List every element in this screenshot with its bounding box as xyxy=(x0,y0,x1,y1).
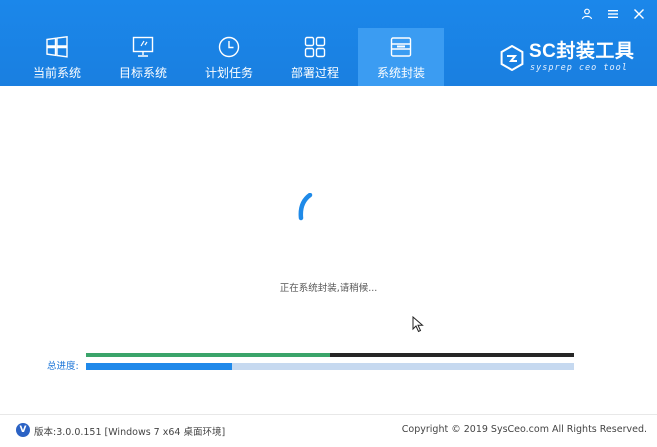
tab-label: 系统封装 xyxy=(376,66,425,80)
close-icon[interactable] xyxy=(631,6,647,22)
brand-title: SC封装工具 xyxy=(529,41,635,62)
window-controls xyxy=(579,6,647,22)
app-window: 当前系统 目标系统 计划任务 部署过程 系统封装 SC封装工具 sysprep … xyxy=(0,0,657,447)
header-bar: 当前系统 目标系统 计划任务 部署过程 系统封装 SC封装工具 sysprep … xyxy=(0,0,657,86)
monitor-icon xyxy=(130,34,156,60)
tab-label: 部署过程 xyxy=(290,66,339,80)
brand-hex-icon xyxy=(500,45,524,71)
version-text: 版本:3.0.0.151 [Windows 7 x64 桌面环境] xyxy=(34,427,226,438)
tab-label: 目标系统 xyxy=(118,66,167,80)
user-icon[interactable] xyxy=(579,6,595,22)
menu-icon[interactable] xyxy=(605,6,621,22)
box-icon xyxy=(388,34,414,60)
tab-label: 当前系统 xyxy=(32,66,81,80)
total-progress-label: 总进度: xyxy=(47,361,79,372)
tab-current-system[interactable]: 当前系统 xyxy=(14,28,100,86)
tab-scheduled-tasks[interactable]: 计划任务 xyxy=(186,28,272,86)
brand-subtitle: sysprep ceo tool xyxy=(530,63,628,73)
brand-logo: SC封装工具 sysprep ceo tool xyxy=(499,41,645,75)
status-message: 正在系统封装,请稍候... xyxy=(279,283,378,294)
total-progress-bar xyxy=(86,363,574,370)
total-progress-fill xyxy=(86,363,233,370)
windows-logo-icon xyxy=(44,34,70,60)
current-step-progress-fill xyxy=(86,353,330,357)
grid-icon xyxy=(302,34,328,60)
version-badge-icon: V xyxy=(16,423,30,437)
copyright-text: Copyright © 2019 SysCeo.com All Rights R… xyxy=(401,424,647,435)
tab-label: 计划任务 xyxy=(204,66,253,80)
clock-icon xyxy=(216,34,242,60)
tab-deployment[interactable]: 部署过程 xyxy=(272,28,358,86)
loading-spinner-icon xyxy=(295,192,317,223)
tab-system-package[interactable]: 系统封装 xyxy=(358,28,444,86)
tab-target-system[interactable]: 目标系统 xyxy=(100,28,186,86)
main-tabs: 当前系统 目标系统 计划任务 部署过程 系统封装 xyxy=(14,28,444,86)
footer-bar: V 版本:3.0.0.151 [Windows 7 x64 桌面环境] Copy… xyxy=(0,414,657,447)
current-step-progress-bar xyxy=(86,353,574,357)
mouse-cursor-icon xyxy=(412,315,424,337)
